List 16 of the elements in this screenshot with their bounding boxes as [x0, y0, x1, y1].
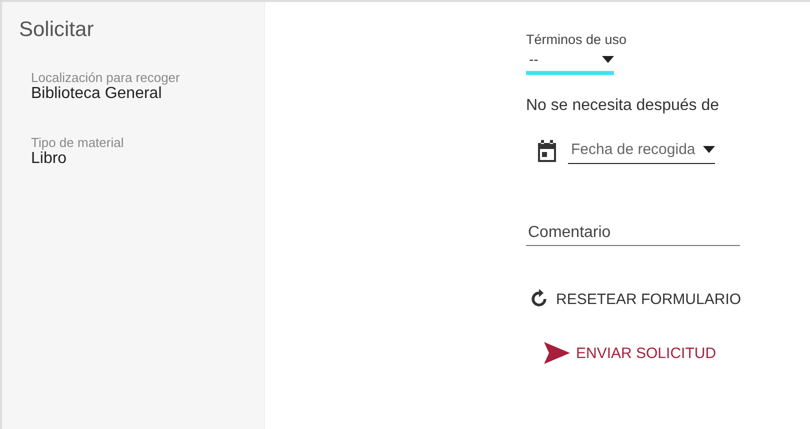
terms-label: Términos de uso: [526, 32, 627, 47]
send-button[interactable]: ENVIAR SOLICITUD: [542, 338, 718, 368]
needed-by-label: No se necesita después de: [526, 97, 720, 115]
detail-label: Localización para recoger: [31, 70, 180, 85]
calendar-icon[interactable]: [536, 138, 558, 162]
detail-value: Libro: [31, 150, 67, 168]
send-icon: [544, 342, 570, 364]
date-field[interactable]: Fecha de recogida: [568, 137, 715, 164]
reset-button[interactable]: RESETEAR FORMULARIO: [526, 284, 744, 314]
caret-icon: [602, 56, 614, 62]
comment-field[interactable]: Comentario: [526, 224, 740, 246]
caret-icon: [703, 146, 715, 153]
terms-select[interactable]: --: [526, 47, 614, 75]
detail-label: Tipo de material: [31, 135, 124, 150]
detail-value: Biblioteca General: [31, 85, 162, 103]
panel-title: Solicitar: [19, 18, 95, 42]
